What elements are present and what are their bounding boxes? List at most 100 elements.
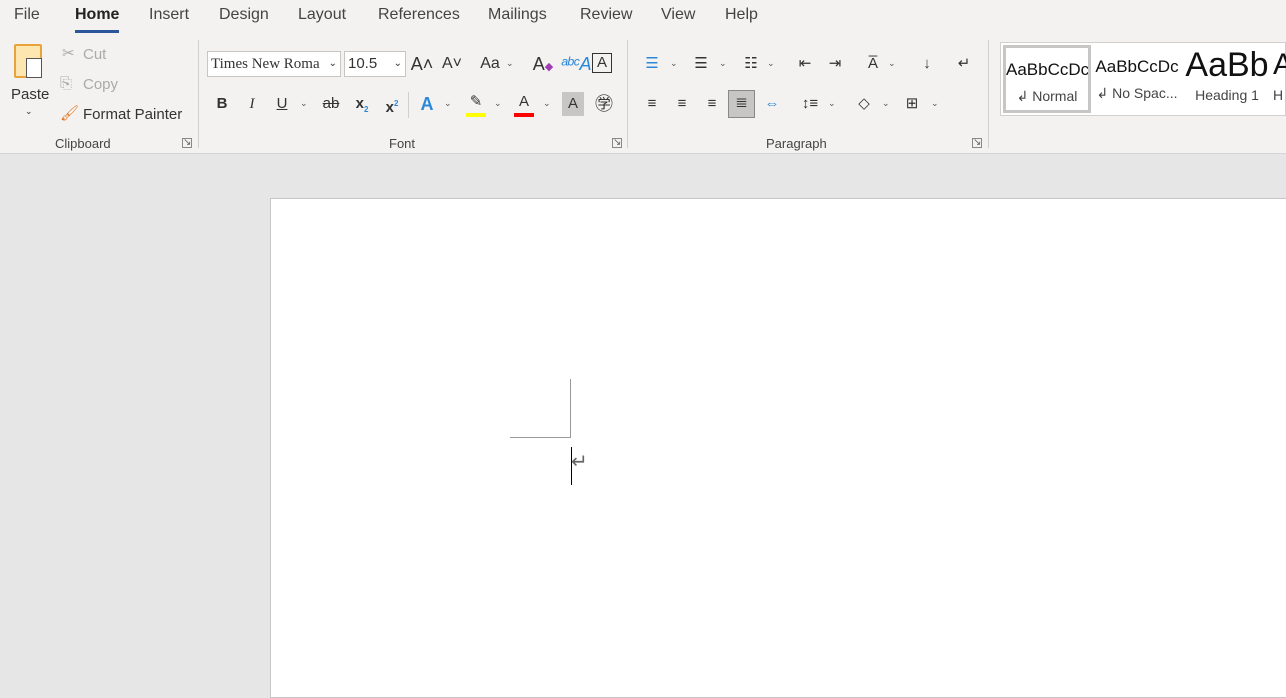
paragraph-launcher-icon[interactable]: ↘ (972, 138, 982, 148)
align-right-icon[interactable]: ≡ (700, 92, 724, 116)
divider (408, 92, 409, 118)
character-border-icon[interactable]: A (592, 53, 612, 73)
font-color-swatch (514, 113, 534, 117)
shrink-font-icon[interactable]: A˅ (440, 52, 464, 76)
style-normal[interactable]: AaBbCcDc ↲ Normal (1003, 45, 1091, 113)
document-page[interactable]: ↵ (270, 198, 1286, 698)
font-color-button[interactable]: A (512, 90, 536, 114)
ribbon-tabs: File Home Insert Design Layout Reference… (0, 0, 1286, 34)
style-name: ↲ No Spac... (1096, 85, 1178, 101)
highlighter-icon[interactable]: ✎ (464, 90, 488, 114)
borders-icon[interactable]: ⊞ (900, 92, 924, 116)
style-name: H (1273, 87, 1284, 103)
change-case-button[interactable]: Aa (478, 52, 502, 76)
tab-layout[interactable]: Layout (298, 6, 346, 24)
asian-layout-icon[interactable]: A̅ (861, 52, 885, 76)
align-center-icon[interactable]: ≡ (670, 92, 694, 116)
distributed-icon[interactable]: ⇔ (760, 92, 784, 116)
tab-review[interactable]: Review (580, 6, 632, 24)
margin-corner-mark (510, 437, 570, 438)
copy-button[interactable]: Copy (83, 76, 118, 93)
chevron-down-icon: ⌄ (767, 58, 775, 68)
style-name: ↲ Normal (1016, 88, 1078, 104)
margin-corner-mark (570, 379, 571, 438)
font-name-value: Times New Roma (211, 56, 320, 72)
clipboard-launcher-icon[interactable]: ↘ (182, 138, 192, 148)
paragraph-group-label: Paragraph (766, 136, 827, 151)
justify-icon[interactable]: ≣ (728, 90, 755, 118)
chevron-down-icon: ⌄ (670, 58, 678, 68)
format-painter-icon: 🖌 (60, 105, 80, 122)
align-left-icon[interactable]: ≡ (640, 92, 664, 116)
subscript-button[interactable]: x2 (350, 92, 374, 116)
decrease-indent-icon[interactable]: ⇤ (793, 52, 817, 76)
clear-formatting-icon[interactable]: A◆ (531, 52, 555, 76)
chevron-down-icon: ⌄ (444, 98, 452, 108)
style-preview: AaBb (1185, 46, 1269, 84)
superscript-button[interactable]: x2 (380, 92, 404, 116)
tab-references[interactable]: References (378, 6, 460, 24)
tab-view[interactable]: View (661, 6, 695, 24)
copy-icon: ⎘ (60, 75, 73, 92)
underline-button[interactable]: U (270, 92, 294, 116)
clipboard-group-label: Clipboard (55, 136, 111, 151)
clipboard-icon (14, 44, 42, 78)
text-effects-button[interactable]: A (415, 92, 439, 116)
tab-design[interactable]: Design (219, 6, 269, 24)
phonetic-guide-icon[interactable]: ᵃᵇᶜA (561, 52, 591, 76)
italic-button[interactable]: I (240, 92, 264, 116)
paragraph-mark: ↵ (571, 451, 588, 473)
line-spacing-icon[interactable]: ↕≡ (798, 92, 822, 116)
enclose-characters-icon[interactable]: ㊫ (592, 92, 616, 116)
style-preview: AaBbCcDc (1006, 60, 1088, 79)
style-preview: A (1273, 48, 1286, 81)
chevron-down-icon: ⌄ (25, 106, 33, 116)
chevron-down-icon: ⌄ (543, 98, 551, 108)
chevron-down-icon: ⌄ (506, 58, 514, 68)
chevron-down-icon: ⌄ (931, 98, 939, 108)
divider (198, 40, 199, 148)
numbering-icon[interactable]: ☰ (689, 52, 713, 76)
font-launcher-icon[interactable]: ↘ (612, 138, 622, 148)
sort-icon[interactable]: ↓ (915, 52, 939, 76)
character-shading-button[interactable]: A (562, 92, 584, 116)
font-size-select[interactable]: 10.5 ⌄ (344, 51, 406, 77)
chevron-down-icon: ⌄ (300, 98, 308, 108)
paste-button[interactable]: Paste ⌄ (8, 42, 52, 122)
superscript-label: x (385, 99, 394, 116)
strikethrough-button[interactable]: ab (319, 92, 343, 116)
tab-help[interactable]: Help (725, 6, 758, 24)
chevron-down-icon: ⌄ (393, 58, 402, 69)
font-group-label: Font (389, 136, 416, 151)
bold-button[interactable]: B (210, 92, 234, 116)
tab-insert[interactable]: Insert (149, 6, 189, 24)
style-heading-2[interactable]: AH (1273, 45, 1286, 113)
shading-icon[interactable]: ◇ (852, 92, 876, 116)
highlight-color-swatch (466, 113, 486, 117)
subscript-label: x (355, 95, 364, 112)
chevron-down-icon: ⌄ (494, 98, 502, 108)
font-name-select[interactable]: Times New Roma ⌄ (207, 51, 341, 77)
tab-mailings[interactable]: Mailings (488, 6, 547, 24)
format-painter-button[interactable]: Format Painter (83, 106, 182, 123)
scissors-icon: ✂ (62, 45, 75, 62)
style-name: Heading 1 (1195, 87, 1259, 103)
style-heading-1[interactable]: AaBb Heading 1 (1183, 45, 1271, 113)
chevron-down-icon: ⌄ (719, 58, 727, 68)
chevron-down-icon: ⌄ (328, 58, 337, 69)
ribbon: Paste ⌄ ✂ Cut ⎘ Copy 🖌 Format Painter Cl… (0, 34, 1286, 154)
cut-button[interactable]: Cut (83, 46, 106, 63)
chevron-down-icon: ⌄ (828, 98, 836, 108)
multilevel-list-icon[interactable]: ☷ (739, 52, 763, 76)
bullets-icon[interactable]: ☰ (640, 52, 664, 76)
show-formatting-marks-icon[interactable]: ↵ (952, 52, 976, 76)
font-size-value: 10.5 (348, 55, 378, 72)
chevron-down-icon: ⌄ (882, 98, 890, 108)
styles-gallery: AaBbCcDc ↲ Normal AaBbCcDc ↲ No Spac... Aa… (1000, 42, 1286, 116)
tab-file[interactable]: File (14, 6, 40, 24)
divider (627, 40, 628, 148)
grow-font-icon[interactable]: A˄ (410, 52, 434, 76)
tab-home[interactable]: Home (75, 6, 120, 33)
increase-indent-icon[interactable]: ⇥ (823, 52, 847, 76)
style-no-spacing[interactable]: AaBbCcDc ↲ No Spac... (1093, 45, 1181, 113)
